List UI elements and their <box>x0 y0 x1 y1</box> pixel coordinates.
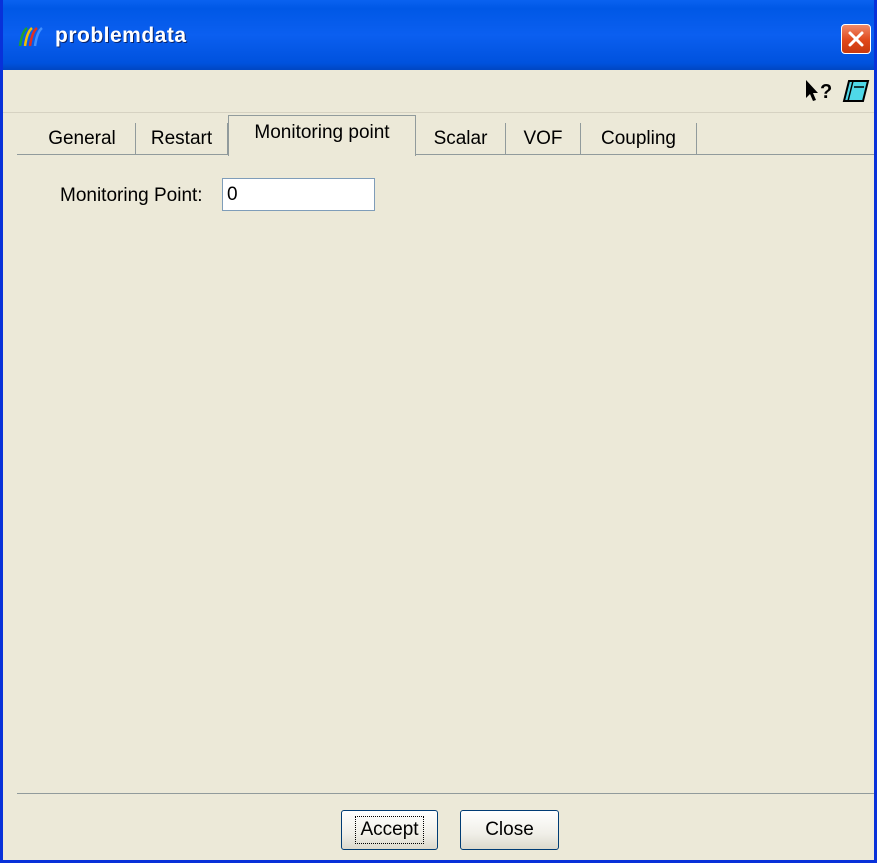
monitoring-point-label: Monitoring Point: <box>60 185 203 206</box>
tab-label: Scalar <box>433 128 488 149</box>
tab-monitoring-point[interactable]: Monitoring point <box>228 115 416 156</box>
tab-strip: General Restart Monitoring point Scalar … <box>17 115 874 156</box>
accept-button-label: Accept <box>355 816 424 844</box>
monitoring-point-input[interactable] <box>222 178 375 211</box>
help-book-icon[interactable] <box>841 78 871 104</box>
app-icon <box>18 27 43 47</box>
close-icon <box>848 31 864 47</box>
close-button[interactable]: Close <box>460 810 559 850</box>
tab-vof[interactable]: VOF <box>506 123 581 155</box>
tab-panel <box>17 154 874 794</box>
tab-label: VOF <box>523 128 563 149</box>
tab-coupling[interactable]: Coupling <box>581 123 697 155</box>
whats-this-help-icon[interactable]: ? <box>803 78 837 104</box>
tab-general[interactable]: General <box>29 123 136 155</box>
tab-restart[interactable]: Restart <box>136 123 228 155</box>
tab-label: General <box>48 128 116 149</box>
tab-scalar[interactable]: Scalar <box>416 123 506 155</box>
window-close-button[interactable] <box>841 24 871 54</box>
help-toolbar <box>3 70 874 113</box>
accept-button[interactable]: Accept <box>341 810 438 850</box>
title-bar[interactable]: problemdata <box>3 0 874 70</box>
dialog-window: problemdata ? General Restart Monitoring… <box>0 0 877 863</box>
tab-label: Restart <box>150 128 213 149</box>
close-button-label: Close <box>485 819 534 840</box>
svg-text:?: ? <box>820 81 832 103</box>
window-title: problemdata <box>55 24 187 47</box>
tab-label: Monitoring point <box>254 122 390 143</box>
tab-label: Coupling <box>601 128 676 149</box>
